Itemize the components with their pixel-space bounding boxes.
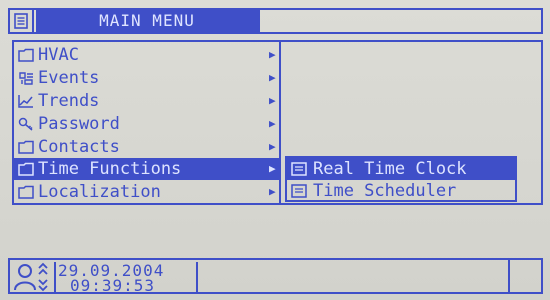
trend-icon (18, 95, 33, 108)
user-icon[interactable] (12, 262, 52, 292)
menu-list-button[interactable] (8, 8, 34, 34)
menu-item-time-functions[interactable]: Time Functions ▶ (14, 158, 279, 180)
submenu-arrow-icon: ▶ (269, 162, 276, 175)
menu-item-label: Contacts (38, 137, 120, 157)
submenu-arrow-icon: ▶ (269, 48, 276, 61)
menu-item-label: Password (38, 114, 120, 134)
submenu-arrow-icon: ▶ (269, 94, 276, 107)
menu-item-contacts[interactable]: Contacts ▶ (14, 136, 279, 158)
submenu-arrow-icon: ▶ (269, 71, 276, 84)
menu-item-label: Localization (38, 182, 161, 202)
submenu-item-label: Real Time Clock (313, 159, 467, 179)
title-divider (258, 8, 260, 34)
submenu-item-label: Time Scheduler (313, 181, 457, 201)
lcd-screen: MAIN MENU HVAC ▶ Events ▶ Trends ▶ Passw… (0, 0, 550, 300)
menu-item-label: Events (38, 68, 100, 88)
menu-item-password[interactable]: Password ▶ (14, 113, 279, 135)
list-icon (14, 13, 28, 29)
doc-icon (291, 184, 307, 198)
folder-icon (18, 140, 34, 154)
submenu-item-real-time-clock[interactable]: Real Time Clock (287, 158, 515, 180)
page-title: MAIN MENU (36, 10, 258, 32)
menu-item-label: Trends (38, 91, 100, 111)
submenu-arrow-icon: ▶ (269, 140, 276, 153)
key-icon (18, 117, 33, 131)
events-icon (19, 72, 33, 85)
folder-icon (18, 48, 34, 62)
menu-item-label: Time Functions (38, 159, 182, 179)
menu-item-label: HVAC (38, 45, 79, 65)
status-time: 09:39:53 (70, 276, 156, 295)
menu-item-localization[interactable]: Localization ▶ (14, 181, 279, 203)
folder-icon (18, 162, 34, 176)
folder-icon (18, 185, 34, 199)
doc-icon (291, 162, 307, 176)
menu-item-trends[interactable]: Trends ▶ (14, 90, 279, 112)
submenu-item-time-scheduler[interactable]: Time Scheduler (287, 180, 515, 202)
menu-item-events[interactable]: Events ▶ (14, 67, 279, 89)
submenu-arrow-icon: ▶ (269, 117, 276, 130)
status-divider (508, 258, 510, 294)
menu-item-hvac[interactable]: HVAC ▶ (14, 44, 279, 66)
submenu-arrow-icon: ▶ (269, 185, 276, 198)
